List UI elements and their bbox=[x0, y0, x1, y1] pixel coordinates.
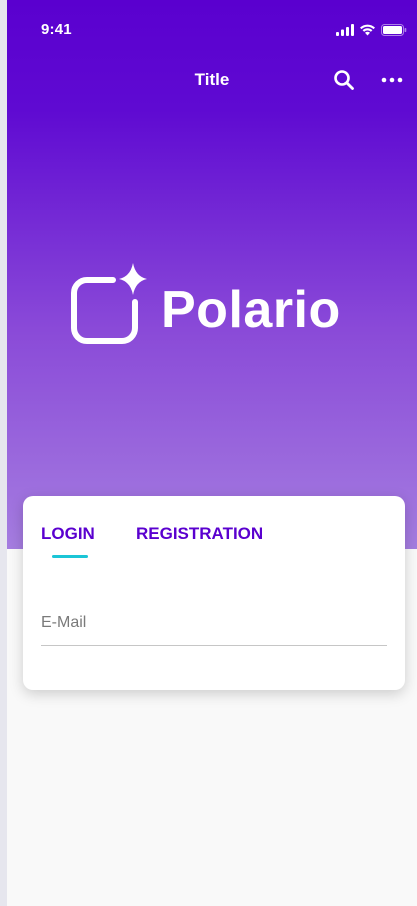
status-bar: 9:41 bbox=[7, 0, 417, 60]
search-icon[interactable] bbox=[332, 68, 356, 92]
navigation-bar: Title bbox=[7, 60, 417, 100]
wifi-icon bbox=[359, 23, 376, 41]
tab-registration[interactable]: REGISTRATION bbox=[136, 524, 263, 544]
signal-icon bbox=[336, 23, 354, 41]
email-input[interactable] bbox=[41, 604, 387, 642]
battery-icon bbox=[381, 23, 407, 41]
rounded-square-sparkle-icon bbox=[67, 260, 151, 346]
active-tab-indicator bbox=[52, 555, 88, 558]
email-field bbox=[41, 604, 387, 646]
brand-logo: Polario bbox=[67, 260, 367, 350]
email-underline bbox=[41, 645, 387, 646]
phone-screen: 9:41 Title Polario LOGIN REGISTRATION E-… bbox=[7, 0, 417, 906]
brand-name: Polario bbox=[161, 281, 341, 339]
tab-login[interactable]: LOGIN bbox=[41, 524, 95, 544]
status-time: 9:41 bbox=[41, 21, 72, 38]
hero-header: 9:41 Title Polario bbox=[7, 0, 417, 549]
auth-card: LOGIN REGISTRATION bbox=[23, 496, 405, 690]
more-icon[interactable] bbox=[379, 68, 405, 92]
status-icons bbox=[336, 23, 407, 41]
left-edge-strip bbox=[0, 0, 7, 906]
